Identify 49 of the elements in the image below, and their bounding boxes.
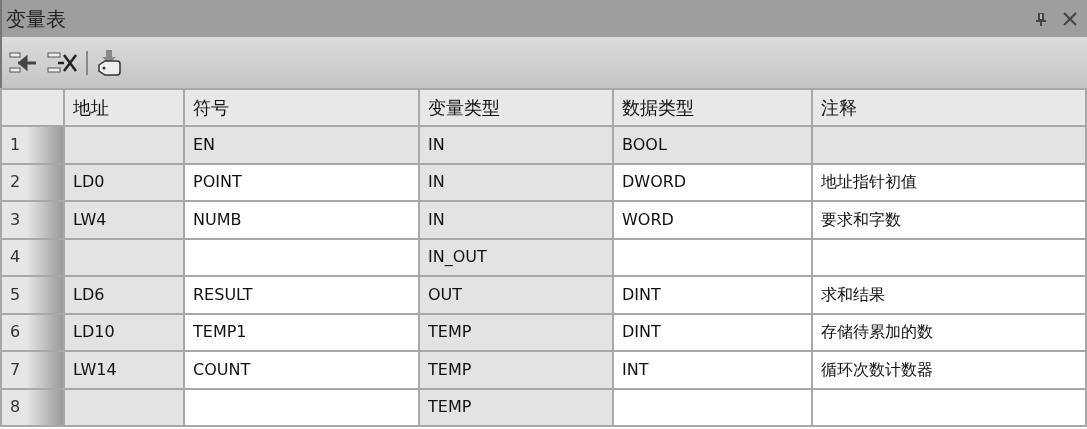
row-number: 6 xyxy=(10,322,21,342)
row-number: 4 xyxy=(10,247,21,267)
row-number: 3 xyxy=(10,209,21,229)
row-number: 8 xyxy=(10,397,21,417)
column-header: 符号 xyxy=(193,97,229,118)
column-header: 数据类型 xyxy=(622,97,694,118)
table-cell: POINT xyxy=(193,172,242,192)
table-cell: TEMP xyxy=(428,397,472,417)
table-cell: WORD xyxy=(622,209,674,229)
row-number: 7 xyxy=(10,359,21,379)
table-cell: DWORD xyxy=(622,172,687,192)
table-cell: 地址指针初值 xyxy=(821,172,917,192)
column-header: 地址 xyxy=(73,97,109,118)
table-cell: IN xyxy=(428,134,445,154)
table-cell: LW14 xyxy=(73,359,117,379)
table-cell: DINT xyxy=(622,322,661,342)
table-cell: 存储待累加的数 xyxy=(821,322,933,342)
table-cell: LW4 xyxy=(73,209,107,229)
tag-icon[interactable] xyxy=(96,48,122,77)
delete-row-icon[interactable] xyxy=(46,49,78,76)
row-number: 5 xyxy=(10,284,21,304)
column-header: 注释 xyxy=(821,97,857,118)
table-cell: TEMP xyxy=(428,322,472,342)
table-cell: INT xyxy=(622,359,649,379)
table-cell: COUNT xyxy=(193,359,251,379)
table-cell: RESULT xyxy=(193,284,253,304)
close-icon[interactable] xyxy=(1063,11,1077,26)
table-cell: EN xyxy=(193,134,216,154)
column-header: 变量类型 xyxy=(428,97,500,118)
table-cell: DINT xyxy=(622,284,661,304)
table-cell: 要求和字数 xyxy=(821,209,901,229)
table-cell: IN_OUT xyxy=(428,247,487,267)
row-number: 2 xyxy=(10,172,21,192)
table-cell: IN xyxy=(428,209,445,229)
table-cell: TEMP1 xyxy=(193,322,247,342)
table-cell: BOOL xyxy=(622,134,667,154)
table-cell: IN xyxy=(428,172,445,192)
table-cell: LD6 xyxy=(73,284,105,304)
table-cell: LD0 xyxy=(73,172,105,192)
pin-icon[interactable] xyxy=(1035,11,1047,26)
table-cell: 循环次数计数器 xyxy=(821,359,933,379)
row-number: 1 xyxy=(10,134,21,154)
window-title: 变量表 xyxy=(6,5,66,33)
table-cell: 求和结果 xyxy=(821,284,885,304)
table-cell: TEMP xyxy=(428,359,472,379)
table-cell: OUT xyxy=(428,284,463,304)
table-cell: NUMB xyxy=(193,209,242,229)
insert-row-icon[interactable] xyxy=(8,49,38,76)
table-cell: LD10 xyxy=(73,322,115,342)
